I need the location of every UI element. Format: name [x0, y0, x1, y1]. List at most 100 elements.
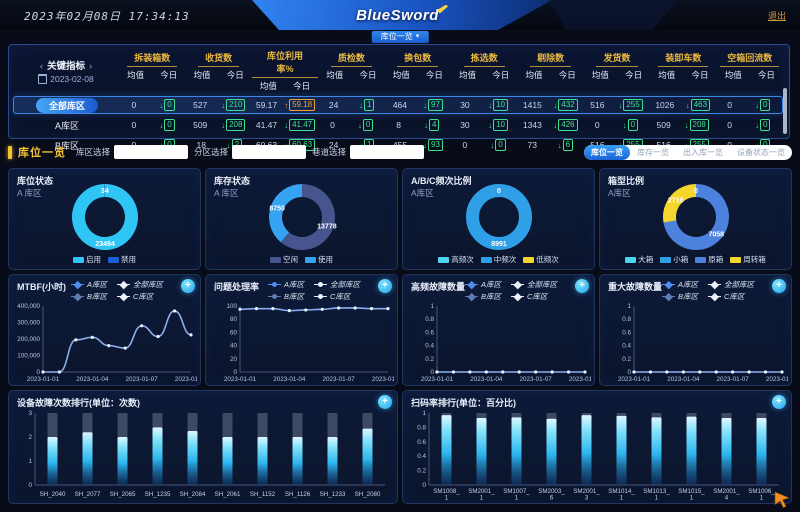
legend-item[interactable]: 使用: [305, 254, 333, 265]
chart-title: 高频故障数量: [411, 280, 465, 293]
legend-marker-icon: [662, 281, 675, 289]
kpi-today-value: ↓0: [623, 119, 638, 131]
kpi-today-value: ↑59.18: [284, 99, 315, 111]
legend-item[interactable]: B库区: [662, 291, 698, 302]
mtbf-line: MTBF(小时)+A库区全部库区B库区C库区0100,000200,000300…: [8, 274, 201, 386]
legend-item[interactable]: B库区: [71, 291, 107, 302]
view-tab[interactable]: 设备状态一览: [730, 145, 792, 160]
legend-item[interactable]: A库区: [662, 279, 698, 290]
legend-item[interactable]: 禁用: [108, 254, 136, 265]
kpi-scrollbar-thumb[interactable]: [783, 88, 787, 134]
kpi-cell: 1415↓432: [517, 99, 583, 111]
legend-item[interactable]: 空闲: [270, 254, 298, 265]
view-tab[interactable]: 库存一览: [630, 145, 676, 160]
svg-text:8991: 8991: [491, 241, 507, 248]
legend-item[interactable]: 全部库区: [511, 279, 557, 290]
legend-item[interactable]: C库区: [314, 291, 350, 302]
kpi-column-header: 收货数均值今日: [185, 48, 251, 94]
subheader-today: 今日: [559, 69, 576, 81]
donut-chart-row: 库位状态A 库区2349434启用禁用库存状态A 库区137788750空闲使用…: [8, 168, 792, 270]
legend-item[interactable]: C库区: [708, 291, 744, 302]
chart-subtitle: A 库区: [214, 187, 239, 199]
expand-button[interactable]: +: [378, 279, 392, 293]
kpi-today-value: ↓41.47: [284, 119, 315, 131]
zone-select[interactable]: [232, 145, 306, 159]
kpi-avg-value: 0: [727, 100, 732, 110]
arrow-down-icon: ↓: [358, 121, 362, 130]
kpi-cell: 0↓0: [716, 99, 782, 111]
legend-item[interactable]: A库区: [465, 279, 501, 290]
date-picker[interactable]: 2023-02-08: [38, 74, 93, 84]
prev-metric-arrow[interactable]: ‹: [40, 61, 43, 72]
kpi-row-name: A库区: [14, 119, 120, 132]
expand-button[interactable]: +: [575, 279, 589, 293]
arrow-down-icon: ↓: [488, 121, 492, 130]
expand-button[interactable]: +: [772, 279, 786, 293]
bar-chart-canvas: 00.20.40.60.81SM1008_1SM2001_1SM1007_1SM…: [407, 407, 787, 501]
arrow-down-icon: ↓: [488, 101, 492, 110]
chart-legend: A库区全部库区 B库区 C库区: [71, 279, 187, 302]
svg-text:0: 0: [422, 482, 426, 489]
expand-button[interactable]: +: [181, 279, 195, 293]
chart-title: 库位状态: [17, 174, 53, 187]
view-tab[interactable]: 出入库一览: [676, 145, 730, 160]
kpi-avg-value: 1026: [655, 100, 674, 110]
kpi-today-value: ↓432: [553, 99, 577, 111]
legend-item[interactable]: 小箱: [660, 254, 688, 265]
kpi-today-value: ↓463: [686, 99, 710, 111]
legend-item[interactable]: C库区: [117, 291, 153, 302]
kpi-cell: 464↓97: [385, 99, 451, 111]
svg-text:3: 3: [585, 495, 589, 502]
logout-link[interactable]: 退出: [768, 9, 786, 22]
view-tab[interactable]: 库位一览: [584, 145, 630, 160]
legend-item[interactable]: 大箱: [625, 254, 653, 265]
legend-item[interactable]: 低频次: [523, 254, 559, 265]
arrow-down-icon: ↓: [618, 101, 622, 110]
legend-item[interactable]: C库区: [511, 291, 547, 302]
arrow-up-icon: ↑: [284, 101, 288, 110]
legend-item[interactable]: 启用: [73, 254, 101, 265]
legend-item[interactable]: 全部库区: [117, 279, 163, 290]
warehouse-select[interactable]: [114, 145, 188, 159]
legend-item[interactable]: B库区: [268, 291, 304, 302]
chart-title: 问题处理率: [214, 280, 259, 293]
kpi-column-name: 剔除数: [530, 50, 571, 67]
chart-title: 重大故障数量: [608, 280, 662, 293]
nav-tab-storage-overview[interactable]: 库位一览 ▾: [372, 31, 429, 43]
legend-item[interactable]: A库区: [268, 279, 304, 290]
next-metric-arrow[interactable]: ›: [89, 61, 92, 72]
banner-decoration: [548, 0, 678, 30]
svg-text:2023-01-10: 2023-01-10: [569, 376, 591, 383]
aisle-select[interactable]: [350, 145, 424, 159]
box-type-donut: 箱型比例A库区705827100大箱小箱原箱周转箱: [599, 168, 792, 270]
legend-item[interactable]: 周转箱: [730, 254, 766, 265]
section-marker: [8, 146, 12, 159]
bar-chart-row: 设备故障次数排行(单位：次数)+0123SH_2040SH_2077SH_206…: [8, 390, 792, 504]
chart-legend: A库区全部库区 B库区 C库区: [662, 279, 778, 302]
svg-text:80: 80: [230, 316, 238, 323]
svg-text:SH_2077: SH_2077: [75, 491, 101, 498]
svg-text:0: 0: [694, 188, 698, 195]
svg-text:1: 1: [627, 303, 631, 310]
legend-item[interactable]: 全部库区: [708, 279, 754, 290]
expand-button[interactable]: +: [772, 395, 786, 409]
filter-label-aisle: 巷道选择: [312, 146, 346, 158]
kpi-row[interactable]: A库区0↓0509↓20841.47↓41.470↓08↓430↓101343↓…: [13, 116, 783, 134]
kpi-column-name: 发货数: [596, 50, 637, 67]
legend-item[interactable]: B库区: [465, 291, 501, 302]
line-chart-row: MTBF(小时)+A库区全部库区B库区C库区0100,000200,000300…: [8, 274, 792, 386]
kpi-column-header: 拆装箱数均值今日: [119, 48, 185, 94]
legend-item[interactable]: A库区: [71, 279, 107, 290]
kpi-today-value: ↓10: [488, 99, 508, 111]
legend-item[interactable]: 中频次: [481, 254, 517, 265]
legend-item[interactable]: 高频次: [438, 254, 474, 265]
subheader-today: 今日: [426, 69, 443, 81]
legend-item[interactable]: 原箱: [695, 254, 723, 265]
kpi-row[interactable]: 全部库区0↓0527↓21059.17↑59.1824↓1464↓9730↓10…: [13, 96, 783, 114]
kpi-avg-value: 8: [396, 120, 401, 130]
chevron-down-icon: ▾: [416, 31, 420, 43]
calendar-icon: [38, 74, 47, 84]
chart-subtitle: A 库区: [17, 187, 42, 199]
legend-item[interactable]: 全部库区: [314, 279, 360, 290]
expand-button[interactable]: +: [378, 395, 392, 409]
